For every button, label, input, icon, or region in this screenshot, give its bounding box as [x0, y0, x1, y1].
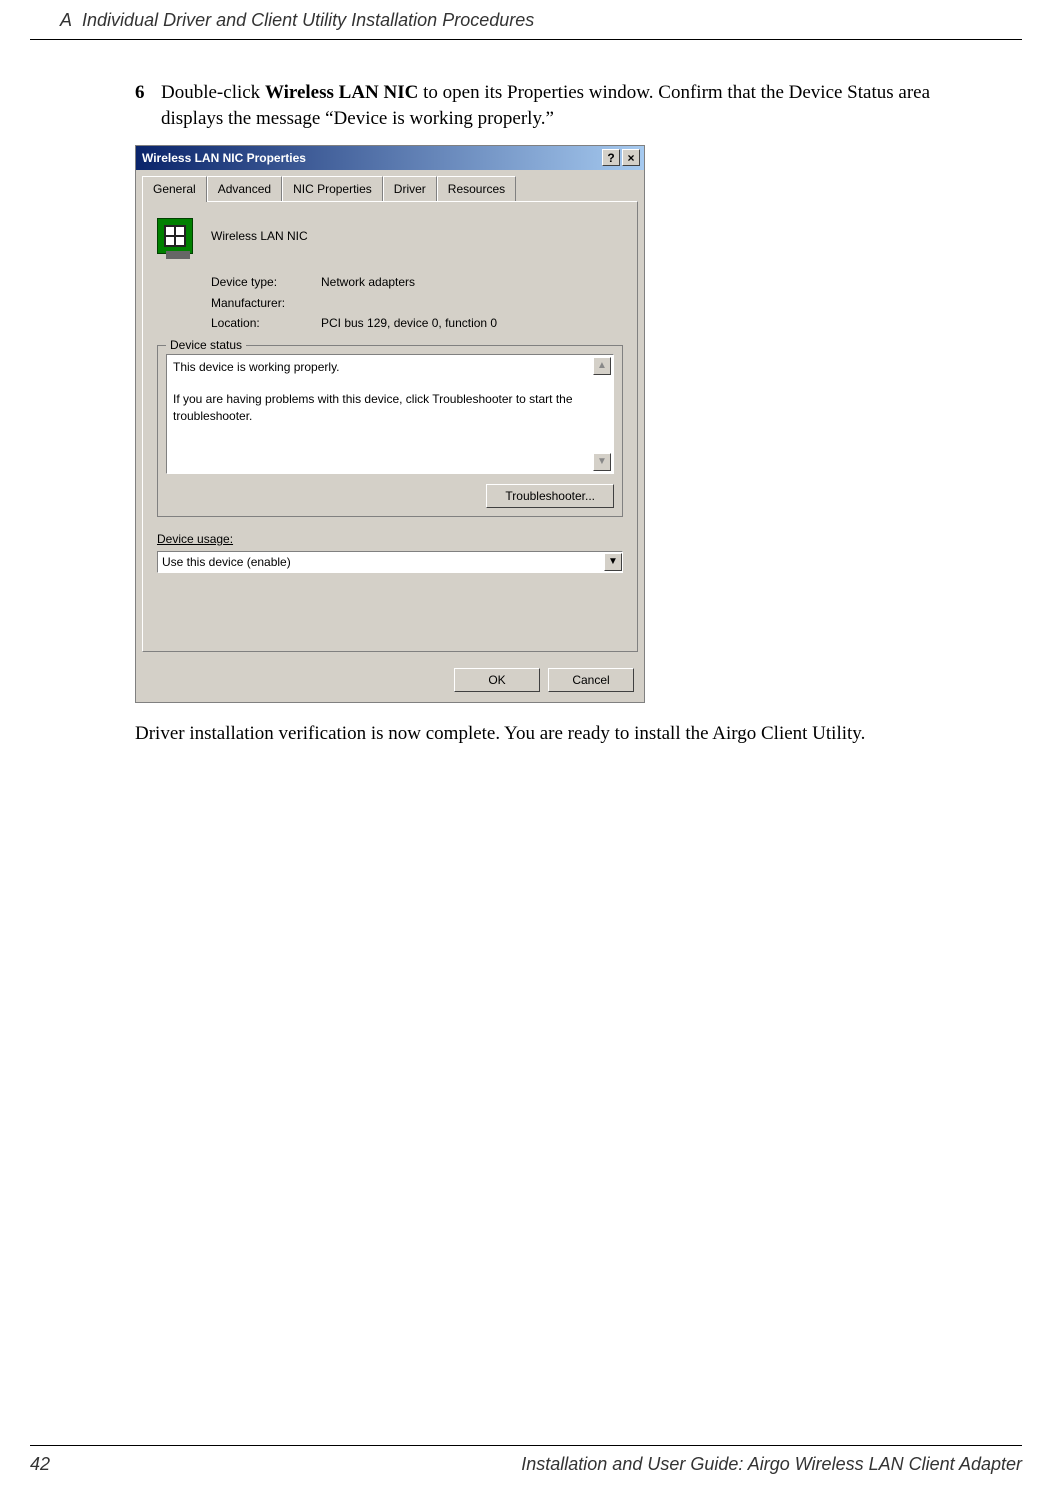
tab-strip: General Advanced NIC Properties Driver R…	[136, 170, 644, 201]
troubleshooter-button[interactable]: Troubleshooter...	[486, 484, 614, 508]
step-bold: Wireless LAN NIC	[265, 82, 418, 103]
network-adapter-icon	[157, 218, 193, 254]
screenshot-wrapper: Wireless LAN NIC Properties ? × General …	[135, 145, 992, 703]
troubleshooter-row: Troubleshooter...	[166, 484, 614, 508]
device-name: Wireless LAN NIC	[211, 228, 308, 244]
help-button[interactable]: ?	[602, 149, 620, 166]
dialog-button-row: OK Cancel	[136, 660, 644, 702]
tab-resources[interactable]: Resources	[437, 176, 516, 201]
label-manufacturer: Manufacturer:	[211, 295, 321, 311]
dialog-title: Wireless LAN NIC Properties	[142, 150, 306, 166]
device-header: Wireless LAN NIC	[157, 218, 623, 254]
label-device-type: Device type:	[211, 274, 321, 290]
doc-title: Installation and User Guide: Airgo Wirel…	[521, 1454, 1022, 1475]
page-content: 6 Double-click Wireless LAN NIC to open …	[0, 40, 1052, 767]
tab-nic-properties[interactable]: NIC Properties	[282, 176, 383, 201]
scroll-down-icon[interactable]: ▼	[593, 453, 611, 471]
step-number: 6	[135, 80, 149, 131]
tab-general[interactable]: General	[142, 176, 207, 202]
dialog-titlebar: Wireless LAN NIC Properties ? ×	[136, 146, 644, 170]
tab-advanced[interactable]: Advanced	[207, 176, 282, 201]
value-location: PCI bus 129, device 0, function 0	[321, 315, 497, 331]
row-device-type: Device type: Network adapters	[211, 274, 623, 290]
closing-text: Driver installation verification is now …	[135, 721, 992, 747]
row-manufacturer: Manufacturer:	[211, 295, 623, 311]
status-line2: If you are having problems with this dev…	[173, 391, 607, 423]
value-device-type: Network adapters	[321, 274, 415, 290]
ok-button[interactable]: OK	[454, 668, 540, 692]
titlebar-buttons: ? ×	[602, 149, 640, 166]
page-number: 42	[30, 1454, 50, 1475]
row-location: Location: PCI bus 129, device 0, functio…	[211, 315, 623, 331]
device-usage-label: Device usage:	[157, 531, 623, 547]
device-usage-select[interactable]: Use this device (enable) ▼	[157, 551, 623, 573]
device-status-group: Device status This device is working pro…	[157, 345, 623, 517]
chevron-down-icon[interactable]: ▼	[604, 553, 622, 571]
chapter-title: Individual Driver and Client Utility Ins…	[82, 10, 534, 30]
instruction-step: 6 Double-click Wireless LAN NIC to open …	[135, 80, 992, 131]
page-footer: 42 Installation and User Guide: Airgo Wi…	[30, 1445, 1022, 1475]
status-line1: This device is working properly.	[173, 359, 607, 375]
scroll-up-icon[interactable]: ▲	[593, 357, 611, 375]
page-header: A Individual Driver and Client Utility I…	[30, 0, 1022, 40]
step-text-before: Double-click	[161, 82, 265, 103]
chapter-letter: A	[60, 10, 72, 30]
tab-body: Wireless LAN NIC Device type: Network ad…	[142, 201, 638, 652]
tab-driver[interactable]: Driver	[383, 176, 437, 201]
close-button[interactable]: ×	[622, 149, 640, 166]
step-text: Double-click Wireless LAN NIC to open it…	[161, 80, 992, 131]
label-location: Location:	[211, 315, 321, 331]
status-legend: Device status	[166, 337, 246, 353]
cancel-button[interactable]: Cancel	[548, 668, 634, 692]
device-usage-value: Use this device (enable)	[162, 554, 291, 570]
properties-dialog: Wireless LAN NIC Properties ? × General …	[135, 145, 645, 703]
status-textbox: This device is working properly. If you …	[166, 354, 614, 474]
